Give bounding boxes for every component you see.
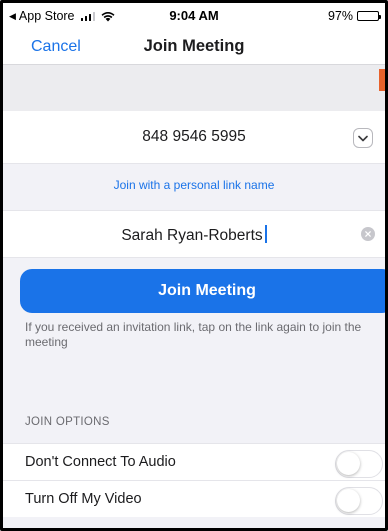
join-button-area: Join Meeting xyxy=(3,258,385,318)
battery-percentage: 97% xyxy=(327,9,353,23)
status-right: 97% xyxy=(327,9,381,23)
personal-link-row: Join with a personal link name xyxy=(3,164,385,210)
section-spacer xyxy=(3,65,385,111)
meeting-id-value[interactable]: 848 9546 5995 xyxy=(3,128,385,146)
option-row-turn-off-video[interactable]: Turn Off My Video xyxy=(3,480,385,517)
page-title: Join Meeting xyxy=(143,37,245,55)
navigation-bar: Cancel Join Meeting xyxy=(3,29,385,65)
battery-icon xyxy=(357,11,381,21)
option-row-dont-connect-audio[interactable]: Don't Connect To Audio xyxy=(3,443,385,480)
dont-connect-audio-toggle[interactable] xyxy=(335,450,383,478)
phone-screen: ◀ App Store 9:04 AM 97% Cancel Join Meet… xyxy=(0,0,388,531)
clear-icon xyxy=(365,231,371,237)
display-name-value: Sarah Ryan-Roberts xyxy=(121,227,263,244)
turn-off-video-toggle[interactable] xyxy=(335,487,383,515)
meeting-history-dropdown-button[interactable] xyxy=(353,128,373,148)
display-name-field[interactable]: Sarah Ryan-Roberts xyxy=(3,210,385,258)
orange-edge-marker xyxy=(379,69,385,91)
text-cursor xyxy=(264,225,267,243)
chevron-down-icon xyxy=(358,135,368,141)
join-options-header: JOIN OPTIONS xyxy=(25,416,110,428)
option-label: Turn Off My Video xyxy=(25,491,142,507)
option-label: Don't Connect To Audio xyxy=(25,454,176,470)
personal-link-name-link[interactable]: Join with a personal link name xyxy=(3,178,385,192)
display-name-input[interactable]: Sarah Ryan-Roberts xyxy=(3,225,385,245)
meeting-id-field[interactable]: 848 9546 5995 xyxy=(3,111,385,164)
status-bar: ◀ App Store 9:04 AM 97% xyxy=(3,3,385,29)
clear-name-button[interactable] xyxy=(361,227,375,241)
invitation-hint-text: If you received an invitation link, tap … xyxy=(25,320,362,349)
join-meeting-button[interactable]: Join Meeting xyxy=(20,269,385,313)
